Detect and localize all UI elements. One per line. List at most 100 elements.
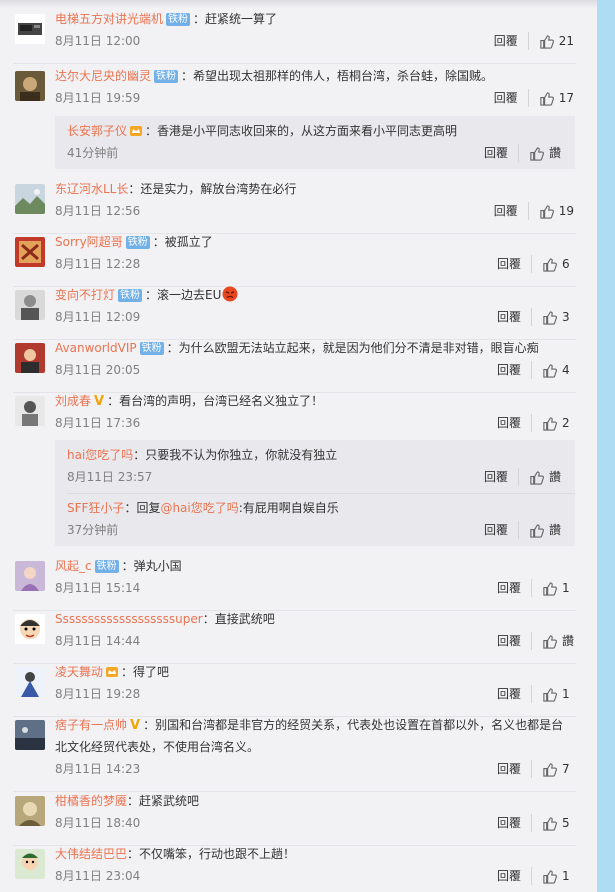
- reply-button[interactable]: 回覆: [484, 521, 519, 539]
- crown-badge-icon: [106, 667, 119, 677]
- thumbs-up-icon[interactable]: [529, 523, 544, 538]
- comment-text: ：赶紧武统吧: [127, 794, 200, 808]
- thumbs-up-icon[interactable]: [529, 470, 544, 485]
- avatar[interactable]: [15, 14, 45, 44]
- comment-text-continued: 北文化经贸代表处，不使用台湾名义。: [55, 740, 260, 754]
- thumbs-up-icon[interactable]: [542, 581, 557, 596]
- username[interactable]: 电梯五方对讲光端机: [55, 12, 163, 26]
- comment-text: ：得了吧: [121, 665, 170, 679]
- reply-button[interactable]: 回覆: [497, 867, 532, 885]
- username[interactable]: 柑橘香的梦魇: [55, 794, 127, 808]
- like-count: 讚: [561, 634, 574, 648]
- avatar[interactable]: [15, 720, 45, 750]
- angry-face-emoji: [222, 286, 238, 302]
- avatar[interactable]: [15, 849, 45, 879]
- thumbs-up-icon[interactable]: [539, 204, 554, 219]
- reply-text-tail: :有屁用啊自娱自乐: [238, 501, 339, 515]
- thumbs-up-icon[interactable]: [542, 816, 557, 831]
- thumbs-up-icon[interactable]: [542, 257, 557, 272]
- username[interactable]: 刘成春: [55, 394, 91, 408]
- v-verified-icon: V: [94, 394, 105, 409]
- reply-text: ：只要我不认为你独立，你就没有独立: [133, 448, 338, 462]
- username[interactable]: 凌天舞动: [55, 665, 103, 679]
- comment-text: ：滚一边去EU: [145, 288, 222, 302]
- comment-item: 变向不打灯 铁粉 ：滚一边去EU 8月11日 12:09 回覆 3: [13, 286, 576, 340]
- like-count: 6: [562, 257, 570, 271]
- avatar[interactable]: [15, 667, 45, 697]
- thumbs-up-icon[interactable]: [539, 34, 554, 49]
- username[interactable]: SFF狂小子: [67, 501, 124, 515]
- reply-button[interactable]: 回覆: [497, 255, 532, 273]
- username[interactable]: 变向不打灯: [55, 288, 115, 302]
- mention-link[interactable]: @hai您吃了吗: [160, 501, 238, 515]
- timestamp: 8月11日 15:14: [55, 581, 141, 595]
- fan-badge: 铁粉: [166, 13, 191, 26]
- avatar[interactable]: [15, 396, 45, 426]
- avatar[interactable]: [15, 237, 45, 267]
- fan-badge: 铁粉: [125, 236, 150, 249]
- reply-button[interactable]: 回覆: [484, 144, 519, 162]
- avatar[interactable]: [15, 614, 45, 644]
- comment-item: 大伟结结巴巴：不仅嘴笨，行动也跟不上趟！ 8月11日 23:04 回覆 1: [13, 845, 576, 889]
- reply-button[interactable]: 回覆: [484, 468, 519, 486]
- reply-button[interactable]: 回覆: [494, 202, 529, 220]
- avatar[interactable]: [15, 184, 45, 214]
- username[interactable]: 长安郭子仪: [67, 124, 127, 138]
- timestamp: 8月11日 17:36: [55, 416, 141, 430]
- reply-button[interactable]: 回覆: [497, 760, 532, 778]
- username[interactable]: 风起_c: [55, 559, 92, 573]
- comment-item: Sorry阿超哥 铁粉 ：被孤立了 8月11日 12:28 回覆 6: [13, 233, 576, 287]
- like-count: 讚: [548, 470, 561, 484]
- avatar[interactable]: [15, 290, 45, 320]
- like-count: 7: [562, 762, 570, 776]
- timestamp: 8月11日 20:05: [55, 363, 141, 377]
- reply-text: ：回复: [124, 501, 161, 515]
- sidebar-strip: [597, 0, 615, 892]
- username[interactable]: 达尔大尼央的幽灵: [55, 69, 151, 83]
- reply-button[interactable]: 回覆: [494, 89, 529, 107]
- thumbs-up-icon[interactable]: [542, 634, 557, 649]
- comment-item: 达尔大尼央的幽灵 铁粉 ：希望出现太祖那样的伟人，梧桐台湾，杀台蛙，除国贼。 8月1…: [13, 67, 576, 120]
- username[interactable]: 大伟结结巴巴: [55, 847, 127, 861]
- comment-text: ：看台湾的声明，台湾已经名义独立了！: [107, 394, 324, 408]
- reply-button[interactable]: 回覆: [497, 814, 532, 832]
- fan-badge: 铁粉: [94, 560, 119, 573]
- sub-reply-item: SFF狂小子：回复@hai您吃了吗:有屁用啊自娱自乐 37分钟前 回覆 讚: [67, 493, 575, 546]
- reply-button[interactable]: 回覆: [497, 579, 532, 597]
- username[interactable]: Sorry阿超哥: [55, 235, 123, 249]
- comment-item: AvanworldVIP 铁粉 ：为什么欧盟无法站立起来，就是因为他们分不清是非对错…: [13, 339, 576, 393]
- timestamp: 8月11日 12:56: [55, 204, 141, 218]
- reply-button[interactable]: 回覆: [497, 685, 532, 703]
- thumbs-up-icon[interactable]: [542, 762, 557, 777]
- avatar[interactable]: [15, 561, 45, 591]
- reply-button[interactable]: 回覆: [497, 414, 532, 432]
- reply-text: ：香港是小平同志收回来的，从这方面来看小平同志更高明: [145, 124, 458, 138]
- thumbs-up-icon[interactable]: [539, 91, 554, 106]
- timestamp: 8月11日 12:00: [55, 34, 141, 48]
- thumbs-up-icon[interactable]: [542, 869, 557, 884]
- thumbs-up-icon[interactable]: [542, 416, 557, 431]
- username[interactable]: hai您吃了吗: [67, 448, 133, 462]
- username[interactable]: AvanworldVIP: [55, 341, 137, 355]
- comment-text: ：被孤立了: [152, 235, 213, 249]
- username[interactable]: Sssssssssssssssssssuper: [55, 612, 203, 626]
- avatar[interactable]: [15, 343, 45, 373]
- thumbs-up-icon[interactable]: [542, 310, 557, 325]
- comment-text: ：弹丸小国: [121, 559, 182, 573]
- username[interactable]: 痞子有一点帅: [55, 718, 127, 732]
- reply-button[interactable]: 回覆: [497, 632, 532, 650]
- thumbs-up-icon[interactable]: [542, 687, 557, 702]
- thumbs-up-icon[interactable]: [542, 363, 557, 378]
- comment-item: 凌天舞动 ：得了吧 8月11日 19:28 回覆 1: [13, 663, 576, 717]
- avatar[interactable]: [15, 71, 45, 101]
- thumbs-up-icon[interactable]: [529, 146, 544, 161]
- like-count: 21: [558, 34, 574, 48]
- reply-button[interactable]: 回覆: [494, 32, 529, 50]
- reply-button[interactable]: 回覆: [497, 361, 532, 379]
- reply-button[interactable]: 回覆: [497, 308, 532, 326]
- like-count: 1: [562, 687, 570, 701]
- username[interactable]: 东辽河水LL长: [55, 182, 128, 196]
- avatar[interactable]: [15, 796, 45, 826]
- comment-item: 东辽河水LL长：还是实力，解放台湾势在必行 8月11日 12:56 回覆 19: [13, 180, 576, 234]
- like-count: 19: [558, 204, 574, 218]
